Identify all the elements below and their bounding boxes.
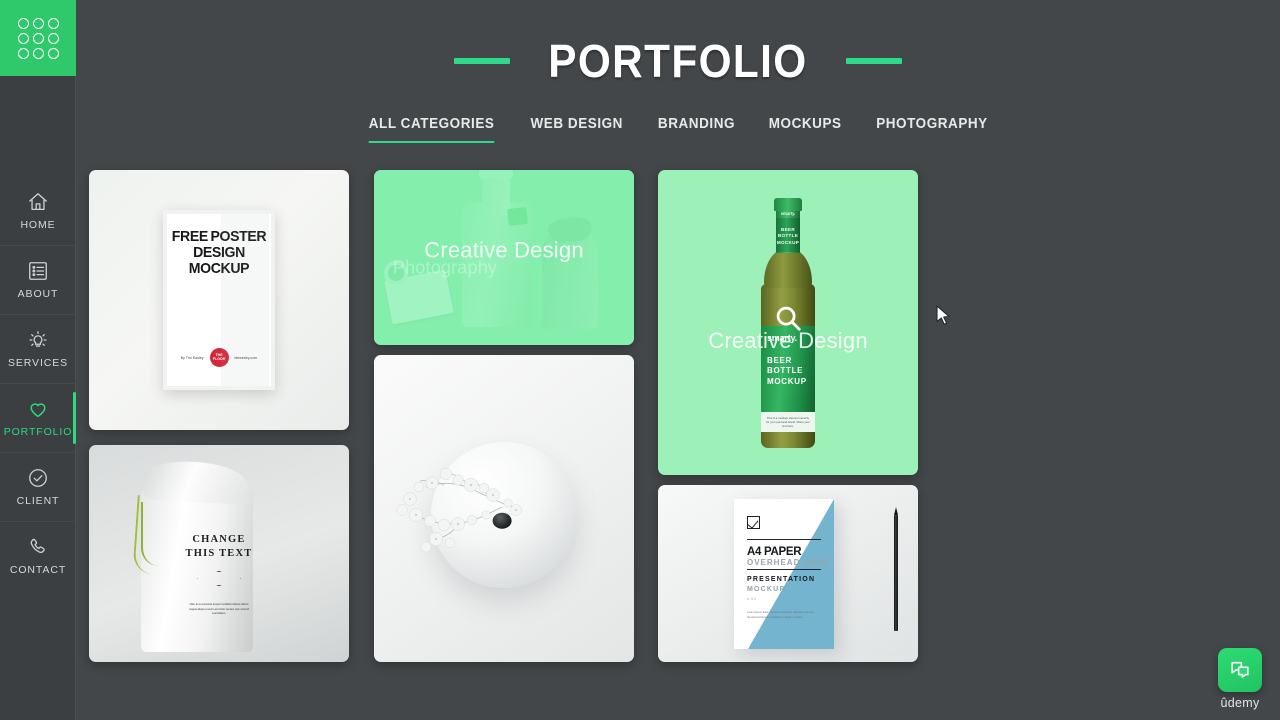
portfolio-item-sphere-vase[interactable] — [374, 355, 634, 662]
home-icon — [27, 191, 49, 213]
a4-heading: PRESENTATION — [747, 576, 816, 583]
portfolio-item-a4-paper[interactable]: A4 PAPER OVERHEAD VIEW PRESENTATION MOCK… — [658, 485, 918, 662]
main-content: PORTFOLIO ALL CATEGORIES WEB DESIGN BRAN… — [76, 0, 1280, 720]
fabric-bag-mockup-image: CHANGE THIS TEXT Nam at eu eiusmod tempo… — [89, 445, 349, 662]
portfolio-item-fabric-bag[interactable]: CHANGE THIS TEXT Nam at eu eiusmod tempo… — [89, 445, 349, 662]
sidebar-item-label: ABOUT — [17, 288, 59, 300]
bottle-pouch-mockup-image: Creative Design Photography — [374, 170, 634, 345]
portfolio-item-beer-bottle[interactable]: BEER BOTTLE MOCKUP smarty. smarty. BEER … — [658, 170, 918, 475]
a4-heading-sub: MOCKUP — [747, 586, 786, 593]
beer-body-label: smarty. BEER BOTTLE MOCKUP — [761, 325, 815, 412]
beer-brand-top: smarty. — [780, 210, 796, 216]
sidebar-item-label: CONTACT — [9, 564, 67, 576]
poster-footer: By Tim Easley THE FLOOR timeasley.com — [167, 348, 271, 367]
beer-cap — [774, 197, 802, 211]
sidebar: HOME ABOUT SERVICES PORTFOLIO CLIENT CON… — [0, 0, 76, 720]
portfolio-page: HOME ABOUT SERVICES PORTFOLIO CLIENT CON… — [0, 0, 1280, 720]
filter-photography[interactable]: PHOTOGRAPHY — [876, 116, 988, 143]
a4-title: A4 PAPER — [747, 546, 802, 558]
filter-web-design[interactable]: WEB DESIGN — [531, 116, 623, 143]
sphere-vase-image — [374, 355, 634, 662]
pencil-shape — [894, 507, 898, 631]
sidebar-item-home[interactable]: HOME — [0, 176, 76, 245]
sidebar-item-label: PORTFOLIO — [3, 426, 73, 438]
title-dash-right — [845, 58, 902, 64]
a4-heading-small: v.01 — [747, 596, 757, 601]
beer-neck-label: BEER BOTTLE MOCKUP — [776, 217, 800, 252]
magnify-icon[interactable] — [773, 303, 803, 333]
sidebar-item-services[interactable]: SERVICES — [0, 314, 76, 383]
logo[interactable] — [0, 0, 76, 76]
bag-headline-line1: CHANGE — [192, 534, 246, 545]
grid-dots-icon — [17, 17, 59, 59]
portfolio-grid: FREE POSTER DESIGN MOCKUP By Tim Easley … — [89, 170, 929, 662]
poster-mockup-image: FREE POSTER DESIGN MOCKUP By Tim Easley … — [89, 170, 349, 430]
heart-icon — [27, 398, 49, 420]
sidebar-item-portfolio[interactable]: PORTFOLIO — [0, 383, 76, 452]
sidebar-item-label: HOME — [20, 218, 56, 231]
a4-subtitle: OVERHEAD VIEW — [747, 558, 829, 567]
sidebar-item-label: CLIENT — [16, 495, 60, 507]
beer-shoulder — [764, 247, 812, 288]
a4-sheet: A4 PAPER OVERHEAD VIEW PRESENTATION MOCK… — [734, 499, 834, 649]
sidebar-item-client[interactable]: CLIENT — [0, 452, 76, 521]
poster-credit-right: timeasley.com — [234, 355, 258, 360]
a4-paper-mockup-image: A4 PAPER OVERHEAD VIEW PRESENTATION MOCK… — [658, 485, 918, 662]
a4-rule-top — [747, 539, 821, 540]
a4-rule-bottom — [747, 569, 821, 570]
bag-paragraph: Nam at eu eiusmod tempor incididunt labo… — [189, 603, 249, 616]
chat-bubble-icon[interactable] — [1218, 648, 1262, 692]
title-dash-left — [454, 58, 511, 64]
hover-overlay — [374, 170, 634, 345]
lightbulb-icon — [27, 329, 49, 351]
filter-mockups[interactable]: MOCKUPS — [768, 116, 841, 143]
udemy-label: ûdemy — [1220, 696, 1260, 710]
bag-headline-line2: THIS TEXT — [185, 548, 253, 560]
mouse-cursor — [936, 305, 951, 327]
beer-label-lines: BEER BOTTLE MOCKUP — [767, 355, 807, 386]
poster-headline: FREE POSTER DESIGN MOCKUP — [171, 228, 267, 278]
udemy-watermark: ûdemy — [1218, 648, 1262, 710]
list-icon — [27, 260, 49, 282]
poster-credit-left: By Tim Easley — [180, 355, 204, 360]
filter-all-categories[interactable]: ALL CATEGORIES — [368, 116, 495, 143]
filter-branding[interactable]: BRANDING — [658, 116, 735, 143]
portfolio-item-poster[interactable]: FREE POSTER DESIGN MOCKUP By Tim Easley … — [89, 170, 349, 430]
bag-headline: CHANGE THIS TEXT — [89, 533, 349, 561]
blossom-branch — [396, 467, 522, 553]
beer-bottle-mockup-image: BEER BOTTLE MOCKUP smarty. smarty. BEER … — [658, 170, 918, 475]
sidebar-nav: HOME ABOUT SERVICES PORTFOLIO CLIENT CON… — [0, 176, 76, 590]
checkbox-icon — [747, 516, 760, 529]
portfolio-item-bottle-pouch[interactable]: Creative Design Photography — [374, 170, 634, 345]
check-circle-icon — [27, 467, 49, 489]
sidebar-item-contact[interactable]: CONTACT — [0, 521, 76, 590]
beer-strip-text: This is a mockup element security for yo… — [761, 411, 815, 432]
poster-badge: THE FLOOR — [209, 348, 229, 367]
filter-tabs: ALL CATEGORIES WEB DESIGN BRANDING MOCKU… — [76, 116, 1280, 143]
a4-body-text: Lorem ipsum dolor sit amet consectetur a… — [747, 611, 814, 619]
phone-icon — [27, 536, 49, 558]
sidebar-item-label: SERVICES — [7, 357, 69, 369]
beer-brand: smarty. — [767, 332, 797, 343]
sidebar-item-about[interactable]: ABOUT — [0, 245, 76, 314]
page-title-row: PORTFOLIO — [76, 34, 1280, 88]
page-title: PORTFOLIO — [548, 35, 808, 87]
poster-sheet: FREE POSTER DESIGN MOCKUP By Tim Easley … — [163, 210, 275, 390]
